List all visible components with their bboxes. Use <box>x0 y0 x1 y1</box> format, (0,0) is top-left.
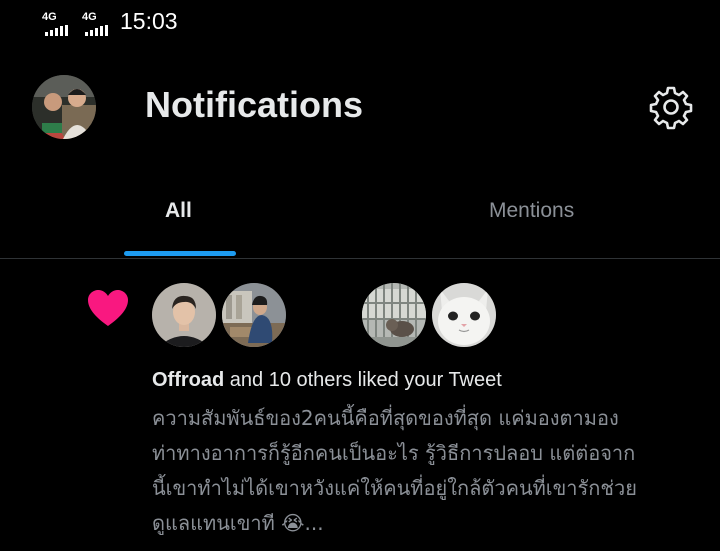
liker-avatar[interactable] <box>152 283 216 347</box>
network-type-2: 4G <box>82 11 97 23</box>
tab-all-label: All <box>165 199 192 222</box>
liker-avatar[interactable] <box>362 283 426 347</box>
notification-action: and 10 others liked your Tweet <box>224 369 502 391</box>
avatar-man-portrait <box>152 283 216 347</box>
status-bar: 4G 4G 15:03 <box>0 0 720 46</box>
notification-actor[interactable]: Offroad <box>152 369 224 391</box>
avatar-white-cat <box>432 283 496 347</box>
avatar-person-room <box>222 283 286 347</box>
tab-all[interactable]: All <box>0 180 360 258</box>
settings-button[interactable] <box>648 84 694 130</box>
notification-headline: Offroad and 10 others liked your Tweet <box>152 369 502 392</box>
profile-avatar[interactable] <box>32 75 96 139</box>
network-type-1: 4G <box>42 11 57 23</box>
page-title: Notifications <box>145 84 364 125</box>
signal-bars-icon <box>85 25 108 36</box>
status-time: 15:03 <box>120 8 178 34</box>
notifications-screen: 4G 4G 15:03 Notifications All Mentions O… <box>0 0 720 551</box>
active-tab-indicator <box>124 251 236 256</box>
avatar-cat-in-cage <box>362 283 426 347</box>
tweet-preview-text: ความสัมพันธ์ของ2คนนี้คือที่สุดของที่สุด … <box>152 406 637 535</box>
liker-avatar[interactable] <box>222 283 286 347</box>
tab-bar: All Mentions <box>0 180 720 260</box>
notification-item[interactable]: Offroad and 10 others liked your Tweet ค… <box>0 259 720 551</box>
signal-bars-icon <box>45 25 68 36</box>
gear-icon <box>649 86 693 130</box>
tab-mentions[interactable]: Mentions <box>360 180 720 258</box>
heart-icon <box>88 290 128 326</box>
liker-avatar[interactable] <box>432 283 496 347</box>
profile-avatar-image <box>32 75 96 139</box>
tab-mentions-label: Mentions <box>489 199 575 222</box>
